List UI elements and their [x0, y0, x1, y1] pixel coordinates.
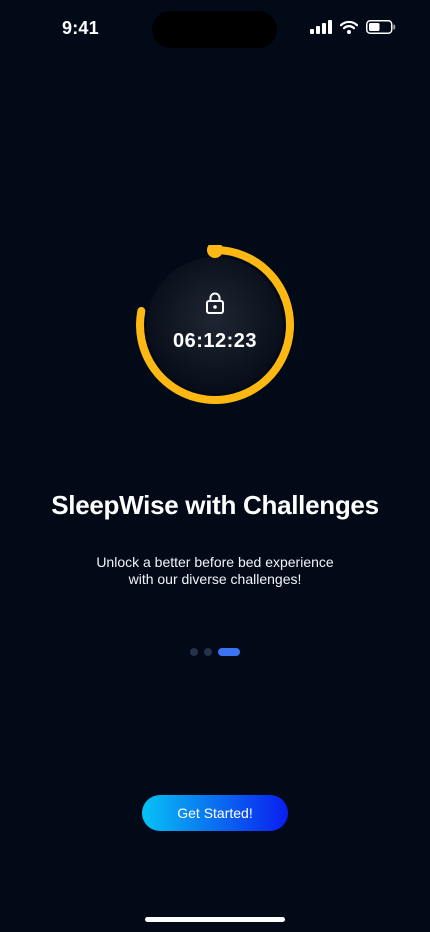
subtitle-line-2: with our diverse challenges! [128, 571, 302, 587]
page-dot-2[interactable] [204, 648, 212, 656]
timer-progress-ring [136, 245, 294, 404]
subtitle-line-1: Unlock a better before bed experience [96, 554, 334, 570]
status-bar: 9:41 [0, 0, 430, 56]
page-indicator [190, 648, 240, 656]
countdown-timer: 06:12:23 [135, 245, 295, 405]
timer-value: 06:12:23 [172, 330, 258, 352]
cellular-signal-icon [310, 20, 332, 34]
dynamic-island [152, 11, 277, 48]
page-dot-3[interactable] [218, 648, 240, 656]
wifi-icon [340, 20, 358, 34]
onboarding-title: SleepWise with Challenges [51, 490, 379, 520]
home-indicator[interactable] [145, 917, 285, 922]
timer-progress-arc [136, 246, 294, 404]
timer-progress-knob [207, 245, 223, 258]
onboarding-subtitle: Unlock a better before bed experience wi… [80, 554, 350, 588]
get-started-button[interactable]: Get Started! [142, 795, 288, 831]
page-dot-1[interactable] [190, 648, 198, 656]
battery-icon [366, 20, 396, 34]
status-icons [310, 20, 396, 34]
lock-icon [206, 292, 224, 314]
status-time: 9:41 [62, 18, 99, 38]
